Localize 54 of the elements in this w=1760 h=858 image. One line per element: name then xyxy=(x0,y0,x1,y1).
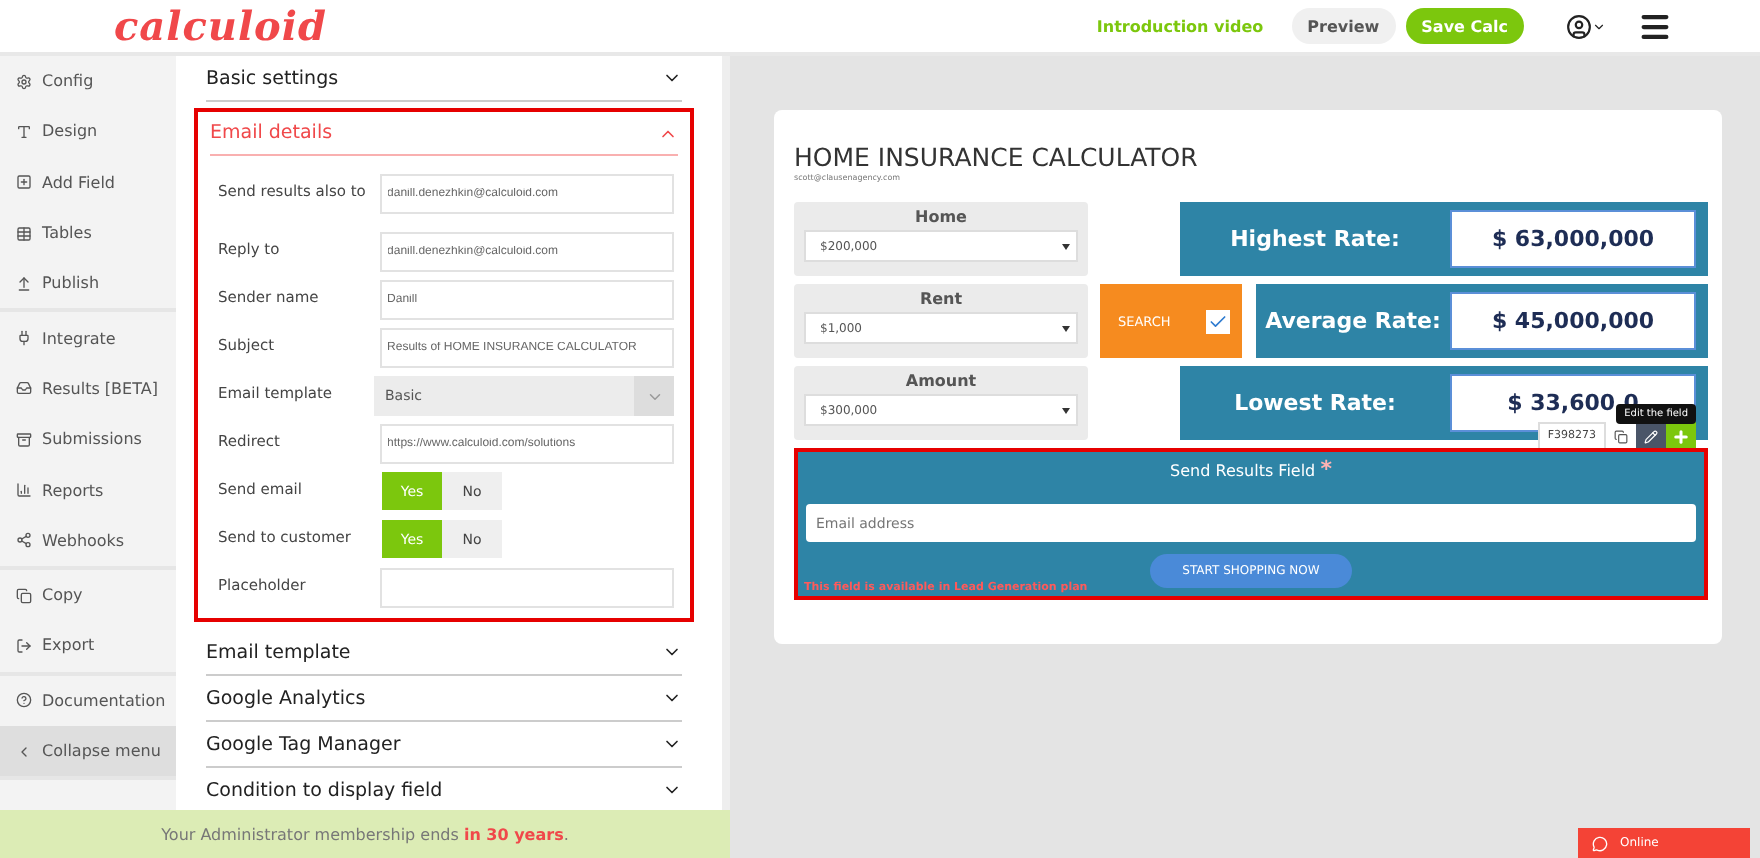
sidebar-item[interactable]: Documentation xyxy=(0,675,176,726)
dropdown-label: Rent xyxy=(919,290,963,308)
copy-icon xyxy=(16,587,32,604)
rate-label: Lowest Rate: xyxy=(1232,390,1398,416)
sidebar-item[interactable]: Design xyxy=(0,106,176,158)
sidebar-item[interactable]: Reports xyxy=(0,464,176,516)
gear-icon xyxy=(16,73,32,90)
sidebar-item[interactable]: Tables xyxy=(0,207,176,259)
preview-button[interactable]: Preview xyxy=(1291,8,1396,44)
archive-icon xyxy=(16,431,32,448)
caret-icon xyxy=(1062,407,1070,413)
accordion-header[interactable]: Google Tag Manager xyxy=(206,722,682,768)
rate-label: Highest Rate: xyxy=(1228,226,1402,252)
table-icon xyxy=(16,225,32,242)
sidebar-item[interactable]: Add Field xyxy=(0,157,176,208)
bar-chart-icon xyxy=(16,482,32,499)
sidebar-item[interactable]: Publish xyxy=(0,258,176,309)
menu-icon[interactable] xyxy=(1638,9,1672,43)
logo[interactable]: calculoid xyxy=(114,2,327,50)
sidebar-item[interactable]: Collapse menu xyxy=(0,725,176,777)
dropdown-label: Home xyxy=(915,208,967,226)
send-results-title: Send Results Field * xyxy=(1170,456,1332,482)
calculator-title: HOME INSURANCE CALCULATOR xyxy=(794,142,1200,172)
export-icon xyxy=(16,637,32,654)
sidebar-item[interactable]: Submissions xyxy=(0,414,176,465)
rate-label: Average Rate: xyxy=(1263,308,1443,334)
dropdown-label: Amount xyxy=(905,372,977,390)
help-icon xyxy=(16,692,32,709)
user-icon[interactable] xyxy=(1566,13,1606,39)
accordion-header[interactable]: Email template xyxy=(206,630,682,676)
share-icon xyxy=(16,532,32,549)
plus-square-icon xyxy=(16,174,32,191)
checkbox[interactable] xyxy=(1206,309,1230,333)
sidebar-item[interactable]: Copy xyxy=(0,569,176,621)
sidebar-item[interactable]: Config xyxy=(0,56,176,107)
inbox-icon xyxy=(16,380,32,397)
sidebar-item[interactable]: Integrate xyxy=(0,312,176,364)
accordion-header[interactable]: Google Analytics xyxy=(206,676,682,722)
sidebar-item[interactable]: Export xyxy=(0,620,176,672)
chevron-left-icon xyxy=(16,743,32,759)
accordion-header[interactable]: Basic settings xyxy=(206,56,682,102)
caret-icon xyxy=(1062,325,1070,331)
accordion-header[interactable]: Email details xyxy=(210,112,678,156)
caret-icon xyxy=(1062,243,1070,249)
membership-text: Your Administrator membership ends in 30 years. xyxy=(161,825,569,843)
text-field[interactable] xyxy=(379,568,674,608)
rate-value: $ 45,000,000 xyxy=(1450,292,1696,350)
upload-icon xyxy=(16,275,32,292)
sidebar-item[interactable]: Webhooks xyxy=(0,515,176,566)
plug-icon xyxy=(16,330,32,347)
sidebar-item[interactable]: Results [BETA] xyxy=(0,363,176,415)
type-icon xyxy=(16,123,32,140)
chat-bubble-icon xyxy=(1592,835,1608,851)
rate-value: $ 63,000,000 xyxy=(1450,210,1696,268)
